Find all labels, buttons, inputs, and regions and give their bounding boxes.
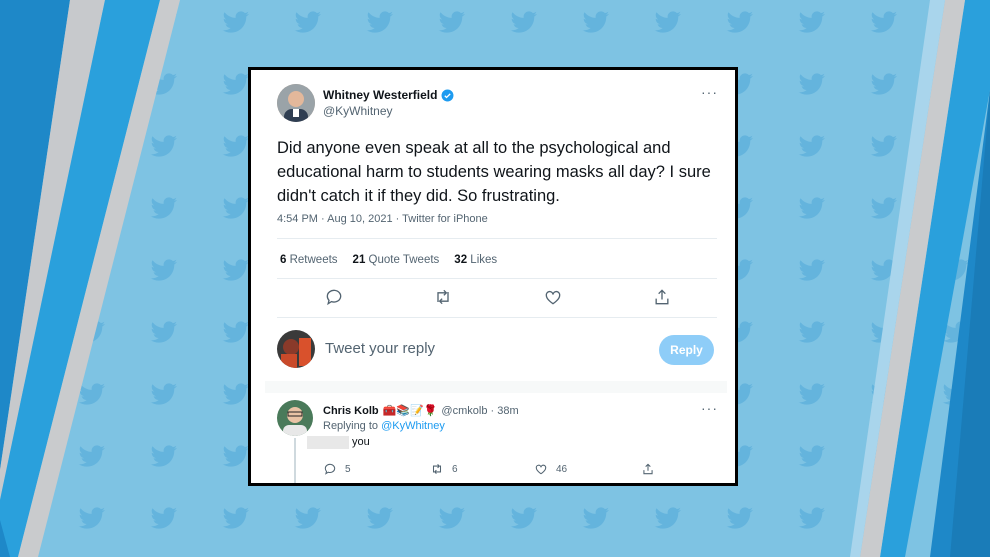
reply-tweet-actions: 5 6 46	[323, 462, 703, 478]
emoji-decorations: 🧰📚📝🌹	[382, 405, 438, 417]
reply-like-action[interactable]: 46	[534, 462, 567, 476]
user-photo-icon	[277, 330, 315, 368]
reply-author-avatar[interactable]	[277, 400, 313, 436]
tweet-text: Did anyone even speak at all to the psyc…	[277, 139, 711, 205]
reply-author-photo-icon	[277, 400, 313, 436]
divider	[277, 238, 717, 239]
quote-tweets-stat[interactable]: 21 Quote Tweets	[353, 254, 440, 266]
like-icon	[535, 464, 547, 475]
author-photo-icon	[277, 84, 315, 122]
reply-tweet[interactable]: Chris Kolb 🧰📚📝🌹 @cmkolb · 38m ··· Replyi…	[277, 400, 718, 483]
like-icon[interactable]	[543, 287, 563, 307]
divider	[277, 317, 717, 318]
replying-to-line: Replying to @KyWhitney	[323, 420, 445, 432]
section-separator	[265, 381, 727, 393]
share-icon[interactable]	[652, 287, 672, 307]
thread-line	[294, 438, 296, 483]
reply-author-name[interactable]: Chris Kolb	[323, 405, 379, 417]
reply-more-options-icon[interactable]: ···	[701, 400, 718, 416]
current-user-avatar	[277, 330, 315, 368]
reply-compose: Tweet your reply Reply	[277, 328, 717, 374]
verified-badge-icon	[442, 89, 454, 101]
likes-stat[interactable]: 32 Likes	[454, 254, 497, 266]
reply-input[interactable]: Tweet your reply	[325, 340, 435, 357]
tweet-timestamp[interactable]: 4:54 PM · Aug 10, 2021 · Twitter for iPh…	[277, 213, 488, 225]
reply-icon[interactable]	[324, 287, 344, 307]
reply-button[interactable]: Reply	[659, 335, 714, 365]
share-icon	[643, 463, 653, 475]
reply-reply-action[interactable]: 5	[323, 462, 351, 476]
retweets-stat[interactable]: 6 Retweets	[280, 254, 338, 266]
reply-icon	[324, 463, 336, 475]
retweet-icon	[432, 463, 442, 475]
author-handle[interactable]: @KyWhitney	[323, 104, 393, 118]
author-name[interactable]: Whitney Westerfield	[323, 88, 437, 102]
retweet-icon[interactable]	[433, 287, 453, 307]
replying-to-link[interactable]: @KyWhitney	[381, 420, 445, 432]
divider	[277, 278, 717, 279]
author-avatar[interactable]	[277, 84, 315, 122]
redaction-box	[307, 436, 349, 449]
reply-text: you	[352, 436, 370, 448]
author-name-row: Whitney Westerfield	[323, 88, 454, 102]
tweet-stats: 6 Retweets 21 Quote Tweets 32 Likes	[280, 254, 497, 266]
reply-author-handle-time[interactable]: @cmkolb · 38m	[441, 405, 518, 417]
reply-author-row: Chris Kolb 🧰📚📝🌹 @cmkolb · 38m	[323, 404, 519, 418]
tweet-actions	[277, 287, 717, 309]
reply-retweet-action[interactable]: 6	[430, 462, 458, 476]
tweet-card: Whitney Westerfield @KyWhitney ··· Did a…	[248, 67, 738, 486]
reply-share-action[interactable]	[641, 462, 655, 476]
more-options-icon[interactable]: ···	[701, 84, 718, 100]
